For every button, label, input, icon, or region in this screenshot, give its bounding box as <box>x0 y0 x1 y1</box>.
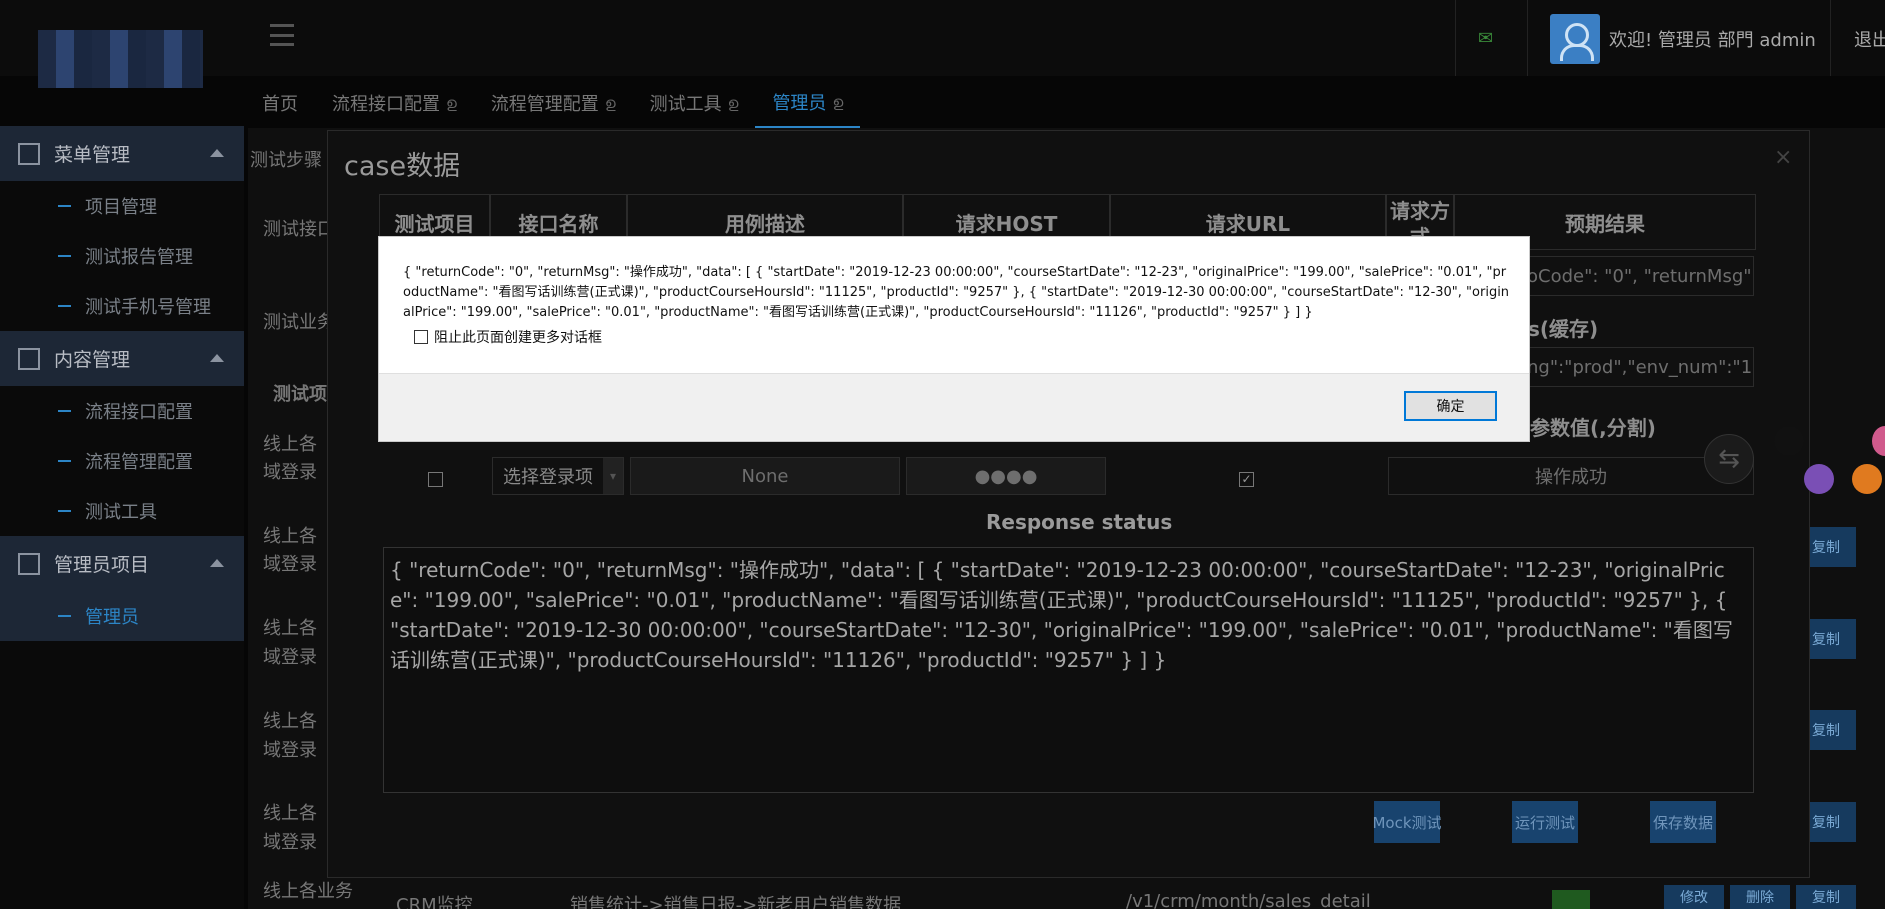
status-badge <box>1552 890 1590 909</box>
sidebar-group-label: 内容管理 <box>54 349 131 371</box>
expected-result-field[interactable]: 操作成功 <box>1388 457 1754 495</box>
row-project: 域登录 <box>263 832 317 853</box>
edit-button[interactable]: 修改 <box>1664 885 1724 909</box>
block-dialogs-checkbox[interactable] <box>414 330 428 344</box>
row-project: 线上各 <box>263 618 317 639</box>
ok-button[interactable]: 确定 <box>1404 391 1497 421</box>
block-dialogs-option[interactable]: 阻止此页面创建更多对话框 <box>414 327 602 347</box>
response-textarea[interactable]: { "returnCode": "0", "returnMsg": "操作成功"… <box>383 547 1754 793</box>
run-test-button[interactable]: 运行测试 <box>1512 801 1578 843</box>
response-status-title: Response status <box>986 510 1173 534</box>
list-icon <box>18 347 40 370</box>
tab-flow-manage[interactable]: 流程管理配置 ഉ <box>474 78 633 128</box>
tab-close-icon[interactable]: ഉ <box>832 93 843 111</box>
params-label: 参数值(,分割) <box>1530 416 1656 440</box>
caret-up-icon <box>210 354 224 362</box>
row-project: 线上各 <box>263 803 317 824</box>
tab-admin[interactable]: 管理员 ഉ <box>755 78 861 128</box>
sidebar-group-admin[interactable]: 管理员项目 <box>0 536 244 591</box>
row-project: 域登录 <box>263 740 317 761</box>
row-project: 线上各业务 <box>263 881 353 902</box>
sidebar-item-projects[interactable]: 项目管理 <box>0 181 244 231</box>
login-select[interactable]: 选择登录项 ▾ <box>492 457 624 495</box>
login-select-value: 选择登录项 <box>503 467 593 488</box>
tab-label: 首页 <box>262 94 298 115</box>
close-icon[interactable]: × <box>1774 145 1792 170</box>
row-url: /v1/crm/month/sales_detail <box>1126 891 1371 909</box>
tab-bar: 首页 流程接口配置 ഉ 流程管理配置 ഉ 测试工具 ഉ 管理员 ഉ <box>245 78 861 128</box>
grid-icon <box>18 142 40 165</box>
caret-up-icon <box>210 149 224 157</box>
sidebar-item-admin[interactable]: 管理员 <box>0 591 244 641</box>
welcome-text: 欢迎! 管理员 部門 admin <box>1609 30 1816 51</box>
sidebar-item-test-tools[interactable]: 测试工具 <box>0 486 244 536</box>
tab-label: 测试工具 <box>649 94 722 115</box>
tab-close-icon[interactable]: ഉ <box>728 94 739 112</box>
sidebar-item-reports[interactable]: 测试报告管理 <box>0 231 244 281</box>
swap-icon[interactable]: ⇆ <box>1704 434 1754 484</box>
sidebar-item-phones[interactable]: 测试手机号管理 <box>0 281 244 331</box>
copy-button[interactable]: 复制 <box>1796 885 1856 909</box>
col-project-header: 测试项 <box>273 384 327 405</box>
row-project: 线上各 <box>263 434 317 455</box>
row-description: 销售统计->销售日报->新老用户销售数据 <box>570 895 902 909</box>
sidebar-group-label: 菜单管理 <box>54 144 131 166</box>
tab-label: 流程管理配置 <box>490 94 599 115</box>
sidebar: 菜单管理 项目管理 测试报告管理 测试手机号管理 内容管理 流程接口配置 流程管… <box>0 126 244 909</box>
method-checkbox[interactable]: ✓ <box>1239 472 1254 487</box>
block-dialogs-label: 阻止此页面创建更多对话框 <box>434 330 602 346</box>
header-divider <box>1527 0 1528 76</box>
business-label: 测试业务 <box>263 312 335 333</box>
logout-link[interactable]: 退出 <box>1854 26 1885 52</box>
caret-up-icon <box>210 559 224 567</box>
sidebar-group-label: 管理员项目 <box>54 554 150 576</box>
row-project: 线上各 <box>263 526 317 547</box>
header-divider <box>1830 0 1831 76</box>
tab-flow-interface[interactable]: 流程接口配置 ഉ <box>315 78 474 128</box>
menu-toggle-icon[interactable] <box>270 22 294 48</box>
row-interface: CRM监控 <box>396 895 473 909</box>
mock-test-button[interactable]: Mock测试 <box>1372 801 1442 843</box>
color-dot[interactable] <box>1804 464 1834 494</box>
step-label: 测试步骤 <box>250 150 322 171</box>
dialog-footer <box>379 373 1529 441</box>
sidebar-item-flow-manage[interactable]: 流程管理配置 <box>0 436 244 486</box>
row-project: 域登录 <box>263 647 317 668</box>
expected-result-input[interactable]: oCode": "0", "returnMsg": " <box>1520 256 1754 296</box>
tab-close-icon[interactable]: ഉ <box>605 94 616 112</box>
sidebar-item-flow-interface[interactable]: 流程接口配置 <box>0 386 244 436</box>
logo <box>38 30 203 88</box>
modal-title: case数据 <box>344 151 461 182</box>
chevron-down-icon: ▾ <box>603 458 623 494</box>
tab-test-tools[interactable]: 测试工具 ഉ <box>633 78 756 128</box>
sidebar-group-menu[interactable]: 菜单管理 <box>0 126 244 181</box>
cache-label: s(缓存) <box>1528 317 1599 341</box>
row-project: 域登录 <box>263 462 317 483</box>
row-project: 线上各 <box>263 711 317 732</box>
mail-icon[interactable]: ✉ <box>1478 28 1493 49</box>
interface-label: 测试接口 <box>263 219 335 240</box>
tab-label: 管理员 <box>772 93 827 114</box>
tab-home[interactable]: 首页 <box>245 78 315 128</box>
tab-close-icon[interactable]: ഉ <box>446 94 457 112</box>
row-project: 域登录 <box>263 554 317 575</box>
list-icon <box>18 552 40 575</box>
avatar[interactable] <box>1550 14 1600 64</box>
row-checkbox[interactable] <box>428 472 443 487</box>
delete-button[interactable]: 删除 <box>1730 885 1790 909</box>
cache-input[interactable]: ng":"prod","env_num":"1"} <box>1520 347 1754 387</box>
host-input[interactable]: None <box>630 457 900 495</box>
url-input[interactable]: ●●●● <box>906 457 1106 495</box>
tab-label: 流程接口配置 <box>332 94 440 115</box>
color-dot[interactable] <box>1852 464 1882 494</box>
save-data-button[interactable]: 保存数据 <box>1650 801 1716 843</box>
color-dot[interactable] <box>1774 426 1804 456</box>
sidebar-group-content[interactable]: 内容管理 <box>0 331 244 386</box>
header-divider <box>1455 0 1456 76</box>
dialog-message: { "returnCode": "0", "returnMsg": "操作成功"… <box>403 265 1510 320</box>
